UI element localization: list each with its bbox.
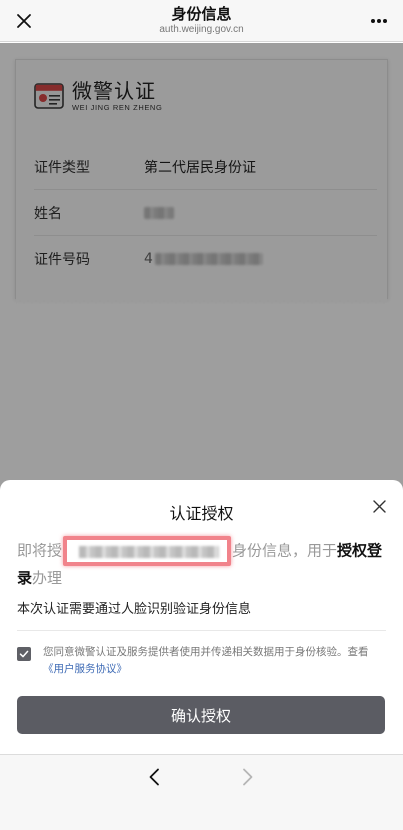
top-nav-bar: 身份信息 auth.weijing.gov.cn xyxy=(0,0,403,42)
auth-bottom-sheet: 认证授权 即将授 身份信息，用于授权登录办理 本次认证需要通过人脸识别验证身份信息… xyxy=(0,480,403,754)
page-title: 身份信息 xyxy=(171,4,232,23)
close-icon[interactable] xyxy=(12,9,36,33)
user-agreement-link[interactable]: 《用户服务协议》 xyxy=(43,663,127,675)
confirm-auth-button[interactable]: 确认授权 xyxy=(17,696,385,734)
redacted-highlight xyxy=(63,536,232,566)
check-icon xyxy=(19,650,29,658)
page-url: auth.weijing.gov.cn xyxy=(159,23,244,35)
close-icon[interactable] xyxy=(369,496,389,516)
agreement-text: 您同意微警认证及服务提供者使用并传递相关数据用于身份核验。查看 《用户服务协议》 xyxy=(43,644,369,678)
agree-checkbox[interactable] xyxy=(17,647,31,661)
auth-desc-prefix: 即将授 xyxy=(17,541,63,560)
sheet-title: 认证授权 xyxy=(169,504,234,523)
forward-arrow-icon[interactable] xyxy=(236,765,260,789)
back-arrow-icon[interactable] xyxy=(142,765,166,789)
more-icon[interactable] xyxy=(367,9,391,33)
auth-purpose-2: 录 xyxy=(17,569,33,587)
auth-purpose-1: 授权登 xyxy=(337,541,383,560)
auth-desc-suffix: 办理 xyxy=(32,569,63,587)
auth-description: 即将授 身份信息，用于授权登录办理 xyxy=(17,536,389,590)
nav-title-block: 身份信息 auth.weijing.gov.cn xyxy=(159,5,243,37)
agreement-body: 您同意微警认证及服务提供者使用并传递相关数据用于身份核验。查看 xyxy=(43,646,369,658)
browser-toolbar xyxy=(0,754,403,830)
divider xyxy=(17,630,386,631)
auth-desc-middle: 身份信息，用于 xyxy=(232,541,338,560)
face-verification-note: 本次认证需要通过人脸识别验证身份信息 xyxy=(17,602,252,617)
agreement-row: 您同意微警认证及服务提供者使用并传递相关数据用于身份核验。查看 《用户服务协议》 xyxy=(17,644,387,678)
